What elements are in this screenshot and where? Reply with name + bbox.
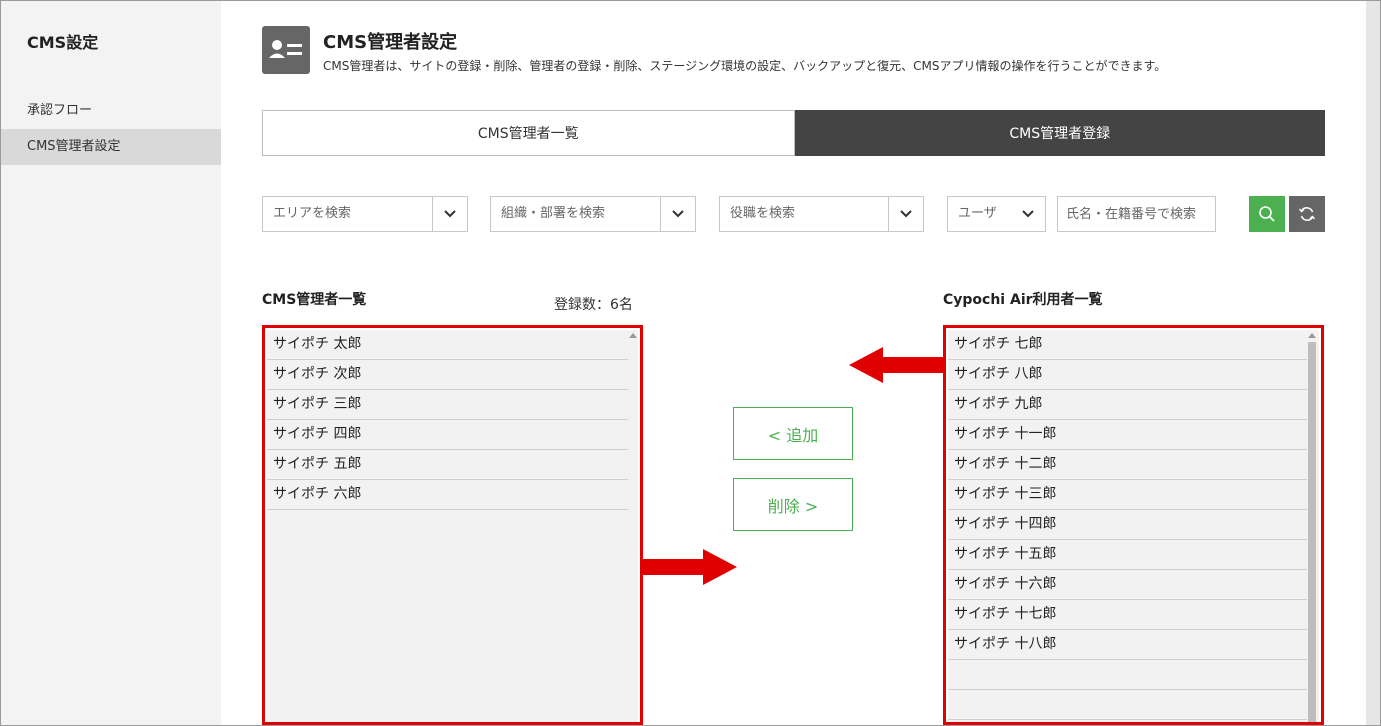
app-window: CMS設定 承認フロー CMS管理者設定 CMS管理者設定 CMS管理者は、サイ… xyxy=(0,0,1381,726)
scroll-up-arrow-icon[interactable] xyxy=(1308,333,1316,338)
refresh-icon xyxy=(1298,207,1316,221)
admin-listbox-content: サイポチ 太郎 サイポチ 次郎 サイポチ 三郎 サイポチ 四郎 サイポチ 五郎 … xyxy=(267,330,638,722)
tab-bar: CMS管理者一覧 CMS管理者登録 xyxy=(262,110,1325,156)
list-item[interactable]: サイポチ 九郎 xyxy=(948,390,1308,420)
sidebar-item-cms-admin-settings[interactable]: CMS管理者設定 xyxy=(1,129,221,165)
area-select-label: エリアを検索 xyxy=(273,206,352,221)
admin-list-scrollbar[interactable] xyxy=(628,330,638,722)
list-item[interactable]: サイポチ 十二郎 xyxy=(948,450,1308,480)
list-item[interactable]: サイポチ 五郎 xyxy=(267,450,629,480)
page-description: CMS管理者は、サイトの登録・削除、管理者の登録・削除、ステージング環境の設定、… xyxy=(323,59,1167,73)
scrollbar-thumb[interactable] xyxy=(1308,342,1316,722)
chevron-down-icon xyxy=(660,197,695,231)
list-item[interactable]: サイポチ 十五郎 xyxy=(948,540,1308,570)
list-item[interactable]: サイポチ 十七郎 xyxy=(948,600,1308,630)
user-type-select-label: ユーザ xyxy=(958,206,997,221)
user-list-scrollbar[interactable] xyxy=(1307,330,1317,722)
user-type-select[interactable]: ユーザ xyxy=(947,196,1046,232)
chevron-down-icon xyxy=(888,197,923,231)
sidebar: CMS設定 承認フロー CMS管理者設定 xyxy=(1,1,221,725)
tab-admin-register[interactable]: CMS管理者登録 xyxy=(794,110,1325,156)
page-scrollbar[interactable] xyxy=(1366,1,1380,725)
user-listbox-content: サイポチ 七郎 サイポチ 八郎 サイポチ 九郎 サイポチ 十一郎 サイポチ 十二… xyxy=(948,330,1319,722)
chevron-down-icon xyxy=(432,197,467,231)
role-select[interactable]: 役職を検索 xyxy=(719,196,924,232)
area-select[interactable]: エリアを検索 xyxy=(262,196,468,232)
name-search-input[interactable] xyxy=(1057,196,1216,232)
dept-select-label: 組織・部署を検索 xyxy=(501,206,606,221)
admin-listbox[interactable]: サイポチ 太郎 サイポチ 次郎 サイポチ 三郎 サイポチ 四郎 サイポチ 五郎 … xyxy=(262,325,643,725)
list-item[interactable]: サイポチ 十四郎 xyxy=(948,510,1308,540)
remove-button[interactable]: 削除 > xyxy=(733,478,853,531)
scroll-up-arrow-icon[interactable] xyxy=(629,333,637,338)
role-select-label: 役職を検索 xyxy=(730,206,796,221)
user-list-title: Cypochi Air利用者一覧 xyxy=(943,292,1103,308)
admin-list-title: CMS管理者一覧 xyxy=(262,292,367,308)
list-item[interactable]: サイポチ 四郎 xyxy=(267,420,629,450)
list-item[interactable]: サイポチ 十一郎 xyxy=(948,420,1308,450)
user-listbox[interactable]: サイポチ 七郎 サイポチ 八郎 サイポチ 九郎 サイポチ 十一郎 サイポチ 十二… xyxy=(943,325,1324,725)
admin-card-icon xyxy=(262,26,310,74)
list-item[interactable]: サイポチ 八郎 xyxy=(948,360,1308,390)
list-item[interactable]: サイポチ 十八郎 xyxy=(948,630,1308,660)
list-item[interactable]: サイポチ 七郎 xyxy=(948,330,1308,360)
sidebar-title: CMS設定 xyxy=(27,33,99,52)
page-title: CMS管理者設定 xyxy=(323,32,458,53)
empty-list-row xyxy=(948,690,1308,720)
tab-admin-list[interactable]: CMS管理者一覧 xyxy=(262,110,795,156)
dept-select[interactable]: 組織・部署を検索 xyxy=(490,196,696,232)
add-button[interactable]: < 追加 xyxy=(733,407,853,460)
reset-button[interactable] xyxy=(1289,196,1325,232)
search-icon xyxy=(1259,206,1275,222)
list-item[interactable]: サイポチ 太郎 xyxy=(267,330,629,360)
arrow-left-icon xyxy=(849,347,945,383)
chevron-down-icon xyxy=(1011,197,1045,231)
list-item[interactable]: サイポチ 六郎 xyxy=(267,480,629,510)
arrow-right-icon xyxy=(641,549,737,585)
list-item[interactable]: サイポチ 次郎 xyxy=(267,360,629,390)
list-item[interactable]: サイポチ 三郎 xyxy=(267,390,629,420)
empty-list-row xyxy=(948,660,1308,690)
list-item[interactable]: サイポチ 十三郎 xyxy=(948,480,1308,510)
sidebar-item-approval-flow[interactable]: 承認フロー xyxy=(1,93,221,129)
registered-count: 登録数：6名 xyxy=(554,297,633,313)
search-button[interactable] xyxy=(1249,196,1285,232)
list-item[interactable]: サイポチ 十六郎 xyxy=(948,570,1308,600)
